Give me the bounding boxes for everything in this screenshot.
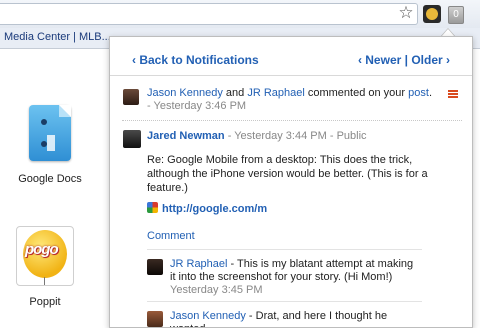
post-dash: -: [326, 130, 337, 142]
star-icon[interactable]: ☆: [397, 4, 415, 22]
summary-text: .: [428, 87, 432, 99]
pager: ‹ Newer | Older ›: [358, 53, 450, 67]
comment-author-link[interactable]: Jason Kennedy: [170, 310, 246, 322]
older-link[interactable]: Older ›: [411, 53, 450, 67]
google-favicon-icon: [147, 202, 158, 213]
notification-summary: Jason Kennedy and JR Raphael commented o…: [147, 87, 437, 113]
avatar: [147, 311, 163, 327]
avatar: [147, 259, 163, 275]
comment-link[interactable]: Comment: [147, 230, 195, 242]
summary-text: and: [222, 87, 248, 99]
menu-icon[interactable]: [448, 90, 458, 99]
browser-toolbar: ☆ 0: [0, 0, 480, 28]
app-label: Poppit: [29, 296, 61, 308]
user-link[interactable]: Jason Kennedy: [147, 87, 223, 99]
divider: [147, 301, 422, 302]
post-link[interactable]: post: [408, 87, 429, 99]
author-link[interactable]: Jared Newman: [147, 130, 225, 142]
post-dash: -: [224, 130, 235, 142]
app-google-docs[interactable]: Google Docs: [5, 105, 95, 185]
divider: [122, 120, 462, 121]
summary-text: commented on your: [304, 87, 409, 99]
summary-time: Yesterday 3:46 PM: [153, 100, 247, 112]
comment-time: Yesterday 3:45 PM: [170, 284, 263, 296]
post-header: Jared Newman - Yesterday 3:44 PM - Publi…: [147, 130, 367, 142]
notification-count-badge[interactable]: 0: [448, 6, 464, 24]
post-link-url[interactable]: http://google.com/m: [162, 203, 267, 215]
post-time[interactable]: Yesterday 3:44 PM: [234, 130, 327, 142]
bookmark-media-center[interactable]: Media Center | MLB....: [4, 31, 114, 43]
newer-link[interactable]: ‹ Newer: [358, 53, 401, 67]
panel-header: ‹ Back to Notifications ‹ Newer | Older …: [110, 37, 472, 76]
app-poppit[interactable]: pogo Poppit: [0, 226, 90, 308]
address-bar[interactable]: [0, 3, 418, 25]
google-docs-icon: [25, 105, 75, 163]
post-body: Re: Google Mobile from a desktop: This d…: [147, 154, 428, 194]
avatar: [123, 130, 141, 148]
notifications-panel: ‹ Back to Notifications ‹ Newer | Older …: [109, 36, 473, 328]
pogo-logo: pogo: [25, 241, 59, 258]
pogo-icon: pogo: [16, 226, 74, 286]
avatar: [123, 89, 139, 105]
pager-separator: |: [401, 53, 412, 67]
user-link[interactable]: JR Raphael: [247, 87, 304, 99]
divider: [147, 249, 422, 250]
post-visibility: Public: [336, 130, 367, 142]
link-row: http://google.com/m: [147, 202, 267, 215]
app-label: Google Docs: [18, 173, 82, 185]
comment-author-link[interactable]: JR Raphael: [170, 258, 227, 270]
extension-icon[interactable]: [423, 5, 441, 23]
back-to-notifications-link[interactable]: ‹ Back to Notifications: [132, 53, 259, 67]
